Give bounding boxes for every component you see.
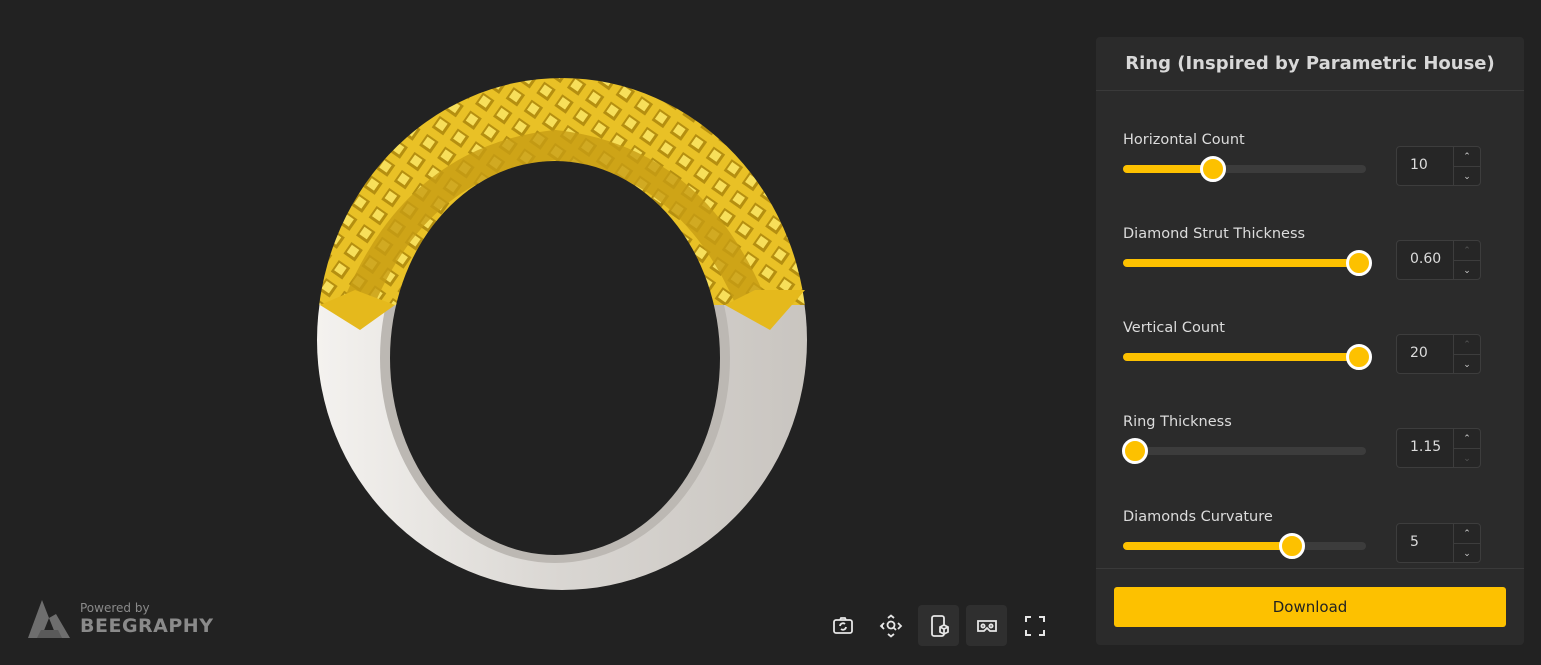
beegraphy-brand: Powered by BEEGRAPHY: [28, 600, 213, 638]
input-value: 10: [1410, 157, 1428, 173]
camera-reset-button[interactable]: [822, 605, 863, 646]
decrement-button[interactable]: ⌄: [1454, 167, 1480, 186]
slider-thumb[interactable]: [1278, 533, 1305, 559]
ar-view-icon: [930, 614, 949, 637]
diamonds-curvature-input[interactable]: 5 ⌃ ⌄: [1396, 523, 1481, 563]
brand-name: BEEGRAPHY: [80, 615, 214, 637]
horizontal-count-input[interactable]: 10 ⌃ ⌄: [1396, 146, 1481, 186]
param-ring-thickness: Ring Thickness 1.15 ⌃ ⌄: [1122, 414, 1481, 494]
parameter-list[interactable]: Horizontal Count 10 ⌃ ⌄ Diamond Strut Th…: [1096, 91, 1524, 568]
diamonds-curvature-slider[interactable]: [1123, 533, 1366, 559]
slider-thumb[interactable]: [1346, 250, 1372, 276]
param-diamonds-curvature: Diamonds Curvature 5 ⌃ ⌄: [1123, 509, 1481, 568]
slider-fill: [1123, 542, 1292, 550]
zoom-fit-icon: [879, 613, 902, 638]
decrement-button[interactable]: ⌄: [1454, 355, 1480, 374]
horizontal-count-slider[interactable]: [1123, 156, 1366, 182]
increment-button[interactable]: ⌃: [1454, 335, 1480, 355]
slider-thumb[interactable]: [1346, 344, 1372, 370]
increment-button[interactable]: ⌃: [1454, 429, 1480, 449]
param-vertical-count: Vertical Count 20 ⌃ ⌄: [1123, 320, 1481, 400]
param-label: Diamonds Curvature: [1123, 509, 1273, 525]
decrement-button[interactable]: ⌄: [1454, 449, 1480, 468]
increment-button[interactable]: ⌃: [1454, 241, 1480, 261]
param-label: Horizontal Count: [1123, 132, 1245, 148]
param-label: Vertical Count: [1123, 320, 1225, 336]
diamond-strut-thickness-slider[interactable]: [1123, 250, 1372, 276]
slider-track: [1123, 447, 1366, 455]
slider-fill: [1123, 259, 1359, 267]
ring-thickness-slider[interactable]: [1122, 438, 1366, 464]
beegraphy-logo-icon: [28, 600, 70, 638]
ar-view-button[interactable]: [918, 605, 959, 646]
param-label: Ring Thickness: [1123, 414, 1232, 430]
input-value: 1.15: [1410, 439, 1442, 455]
input-value: 20: [1410, 345, 1428, 361]
zoom-fit-button[interactable]: [870, 605, 911, 646]
ring-thickness-input[interactable]: 1.15 ⌃ ⌄: [1396, 428, 1481, 468]
fullscreen-icon: [1024, 615, 1045, 636]
parameters-panel: Ring (Inspired by Parametric House) Hori…: [1096, 37, 1524, 645]
camera-reset-icon: [832, 616, 853, 634]
3d-viewer[interactable]: [0, 0, 1080, 665]
panel-footer: Download: [1096, 568, 1524, 645]
fullscreen-button[interactable]: [1014, 605, 1055, 646]
panel-title: Ring (Inspired by Parametric House): [1096, 37, 1524, 91]
increment-button[interactable]: ⌃: [1454, 147, 1480, 167]
vertical-count-input[interactable]: 20 ⌃ ⌄: [1396, 334, 1481, 374]
increment-button[interactable]: ⌃: [1454, 524, 1480, 544]
param-label: Diamond Strut Thickness: [1123, 226, 1306, 242]
vr-headset-icon: [976, 619, 997, 632]
slider-thumb[interactable]: [1122, 438, 1148, 464]
slider-fill: [1123, 353, 1359, 361]
ring-model[interactable]: [300, 40, 820, 600]
param-horizontal-count: Horizontal Count 10 ⌃ ⌄: [1123, 132, 1481, 212]
decrement-button[interactable]: ⌄: [1454, 261, 1480, 280]
slider-thumb[interactable]: [1200, 156, 1227, 182]
viewer-toolbar: [822, 605, 1055, 646]
param-diamond-strut-thickness: Diamond Strut Thickness 0.60 ⌃ ⌄: [1123, 226, 1481, 306]
input-value: 5: [1410, 534, 1419, 550]
powered-by-text: Powered by: [80, 601, 150, 615]
vr-view-button[interactable]: [966, 605, 1007, 646]
download-button[interactable]: Download: [1114, 587, 1506, 627]
input-value: 0.60: [1410, 251, 1442, 267]
decrement-button[interactable]: ⌄: [1454, 544, 1480, 563]
diamond-strut-thickness-input[interactable]: 0.60 ⌃ ⌄: [1396, 240, 1481, 280]
vertical-count-slider[interactable]: [1123, 344, 1372, 370]
